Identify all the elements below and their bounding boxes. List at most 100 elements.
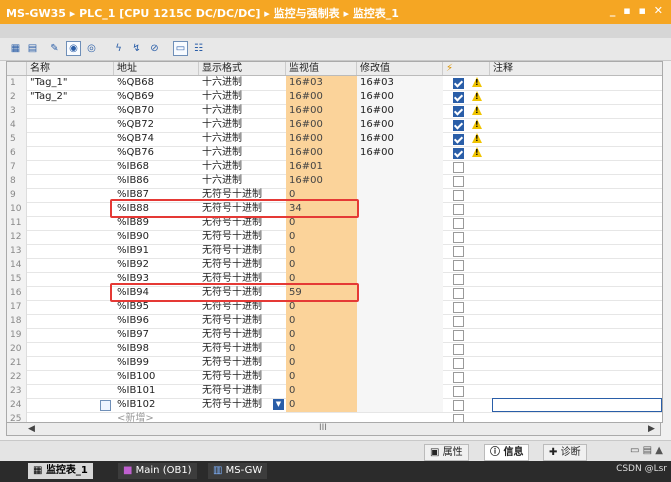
cell-mon[interactable]: 0 <box>286 272 357 286</box>
table-row[interactable]: 19 %IB97 无符号十进制 0 <box>7 328 662 343</box>
cell-mon[interactable]: 0 <box>286 300 357 314</box>
modify-checkbox[interactable] <box>453 358 464 369</box>
row-edit-icon[interactable] <box>100 400 111 411</box>
modify-checkbox[interactable] <box>453 176 464 187</box>
modify-checkbox[interactable] <box>453 246 464 257</box>
cell-mon[interactable]: 16#03 <box>286 76 357 90</box>
table-row[interactable]: 13 %IB91 无符号十进制 0 <box>7 244 662 259</box>
table-row[interactable]: 10 %IB88 无符号十进制 34 <box>7 202 662 217</box>
breadcrumb-project[interactable]: MS-GW35 <box>6 7 66 20</box>
cell-fmt[interactable]: 无符号十进制 <box>199 188 286 202</box>
table-row[interactable]: 18 %IB96 无符号十进制 0 <box>7 314 662 329</box>
cell-fmt[interactable]: 十六进制 <box>199 90 286 104</box>
cell-addr[interactable]: %QB68 <box>114 76 199 90</box>
cell-mon[interactable]: 0 <box>286 398 357 412</box>
table-row[interactable]: 12 %IB90 无符号十进制 0 <box>7 230 662 245</box>
cell-mod[interactable] <box>357 328 443 342</box>
modify-checkbox[interactable] <box>453 260 464 271</box>
table-row[interactable]: 20 %IB98 无符号十进制 0 <box>7 342 662 357</box>
header-monitor-value[interactable]: 监视值 <box>286 62 357 75</box>
row-index[interactable]: 22 <box>7 370 27 384</box>
cell-addr[interactable]: %IB88 <box>114 202 199 216</box>
table-row[interactable]: 4 %QB72 十六进制 16#00 16#00 <box>7 118 662 133</box>
cell-addr[interactable]: %QB76 <box>114 146 199 160</box>
row-index[interactable]: 4 <box>7 118 27 132</box>
table-row[interactable]: 21 %IB99 无符号十进制 0 <box>7 356 662 371</box>
cell-fmt[interactable]: 十六进制 <box>199 132 286 146</box>
cell-name[interactable] <box>27 286 114 300</box>
cell-addr[interactable]: %IB102 <box>114 398 199 412</box>
cell-name[interactable] <box>27 216 114 230</box>
modify-checkbox[interactable] <box>453 232 464 243</box>
cell-fmt[interactable]: 无符号十进制 <box>199 300 286 314</box>
cell-mon[interactable]: 16#00 <box>286 132 357 146</box>
cell-mod[interactable] <box>357 370 443 384</box>
cell-mod[interactable] <box>357 300 443 314</box>
table-row[interactable]: 5 %QB74 十六进制 16#00 16#00 <box>7 132 662 147</box>
row-index[interactable]: 15 <box>7 272 27 286</box>
row-index[interactable]: 17 <box>7 300 27 314</box>
cell-mon[interactable]: 0 <box>286 230 357 244</box>
cell-mon[interactable]: 0 <box>286 370 357 384</box>
breadcrumb-plc[interactable]: PLC_1 [CPU 1215C DC/DC/DC] <box>79 7 260 20</box>
cell-name[interactable] <box>27 328 114 342</box>
breadcrumb-table[interactable]: 监控表_1 <box>353 7 399 20</box>
cell-addr[interactable]: %IB89 <box>114 216 199 230</box>
cell-addr[interactable]: %IB91 <box>114 244 199 258</box>
row-index[interactable]: 18 <box>7 314 27 328</box>
table-row[interactable]: 3 %QB70 十六进制 16#00 16#00 <box>7 104 662 119</box>
modify-checkbox[interactable] <box>453 400 464 411</box>
cell-fmt[interactable]: 无符号十进制 <box>199 384 286 398</box>
cell-fmt[interactable]: 无符号十进制 <box>199 230 286 244</box>
monitor-all-icon[interactable]: ◉ <box>66 41 81 56</box>
row-index[interactable]: 12 <box>7 230 27 244</box>
cell-fmt[interactable]: 十六进制 <box>199 174 286 188</box>
cell-mon[interactable]: 59 <box>286 286 357 300</box>
cell-mon[interactable]: 16#00 <box>286 146 357 160</box>
cell-mod[interactable] <box>357 272 443 286</box>
modify-checkbox[interactable] <box>453 316 464 327</box>
cell-addr[interactable]: %IB96 <box>114 314 199 328</box>
cell-mon[interactable]: 0 <box>286 188 357 202</box>
row-index[interactable]: 1 <box>7 76 27 90</box>
cell-name[interactable] <box>27 132 114 146</box>
cell-mod[interactable] <box>357 230 443 244</box>
header-address[interactable]: 地址 <box>114 62 199 75</box>
modify-checkbox[interactable] <box>453 134 464 145</box>
cell-mod[interactable] <box>357 216 443 230</box>
cell-mod[interactable]: 16#00 <box>357 132 443 146</box>
cell-name[interactable] <box>27 300 114 314</box>
cell-addr[interactable]: %QB69 <box>114 90 199 104</box>
cell-addr[interactable]: %IB97 <box>114 328 199 342</box>
table-row[interactable]: 14 %IB92 无符号十进制 0 <box>7 258 662 273</box>
cell-fmt[interactable]: 无符号十进制 <box>199 258 286 272</box>
cell-mon[interactable]: 0 <box>286 258 357 272</box>
cell-fmt[interactable]: 十六进制 <box>199 104 286 118</box>
row-index[interactable]: 13 <box>7 244 27 258</box>
row-index[interactable]: 8 <box>7 174 27 188</box>
cell-name[interactable] <box>27 272 114 286</box>
cell-fmt[interactable]: 十六进制 <box>199 160 286 174</box>
modify-checkbox[interactable] <box>453 106 464 117</box>
cell-addr[interactable]: %IB87 <box>114 188 199 202</box>
modify-checkbox[interactable] <box>453 120 464 131</box>
cell-mod[interactable] <box>357 160 443 174</box>
cell-name[interactable] <box>27 314 114 328</box>
cell-addr[interactable]: %IB86 <box>114 174 199 188</box>
cell-mon[interactable]: 0 <box>286 342 357 356</box>
cell-fmt[interactable]: 无符号十进制 <box>199 356 286 370</box>
header-modify-value[interactable]: 修改值 <box>357 62 443 75</box>
display-format-icon[interactable]: ▭ <box>173 41 188 56</box>
panel-controls-icon[interactable]: ▭ ▤ ▲ <box>630 445 663 456</box>
cell-fmt[interactable]: 无符号十进制 <box>199 314 286 328</box>
comment-input[interactable] <box>492 398 662 412</box>
cell-name[interactable] <box>27 202 114 216</box>
cell-addr[interactable]: %QB70 <box>114 104 199 118</box>
modify-checkbox[interactable] <box>453 288 464 299</box>
cell-fmt[interactable]: 无符号十进制 <box>199 216 286 230</box>
cell-addr[interactable]: %IB92 <box>114 258 199 272</box>
table-row[interactable]: 6 %QB76 十六进制 16#00 16#00 <box>7 146 662 161</box>
cell-mon[interactable]: 16#00 <box>286 90 357 104</box>
row-index[interactable]: 14 <box>7 258 27 272</box>
cell-mon[interactable]: 16#00 <box>286 118 357 132</box>
